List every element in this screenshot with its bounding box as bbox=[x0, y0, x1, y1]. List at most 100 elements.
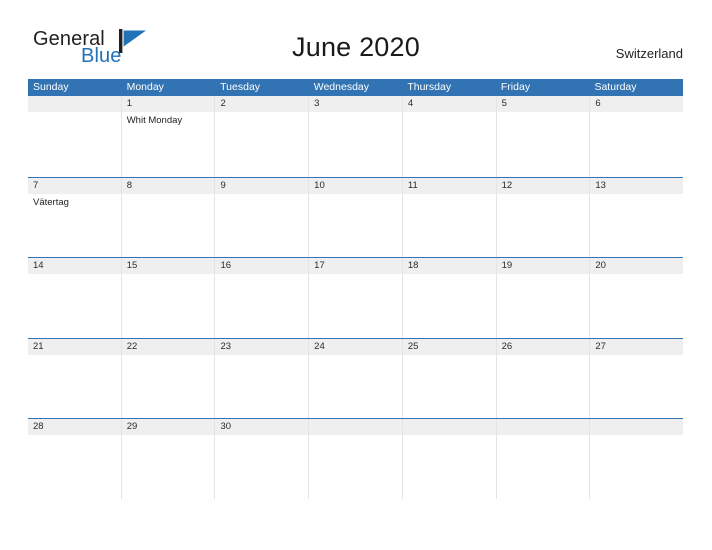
day-number: 5 bbox=[501, 98, 507, 109]
calendar-day-cell[interactable]: 25 bbox=[401, 338, 496, 418]
day-number-band: 29 bbox=[121, 419, 215, 435]
day-number: 4 bbox=[407, 98, 414, 109]
calendar-day-cell[interactable]: 21 bbox=[28, 338, 121, 418]
calendar-day-cell[interactable]: 23 bbox=[214, 338, 309, 418]
day-events bbox=[122, 194, 215, 197]
calendar-day-cell-empty bbox=[308, 419, 402, 499]
day-events bbox=[590, 274, 683, 277]
day-number-band: 20 bbox=[590, 258, 684, 274]
day-number-band: 16 bbox=[215, 258, 309, 274]
calendar-day-cell[interactable]: 30 bbox=[214, 419, 309, 499]
weekday-header-thursday: Thursday bbox=[407, 81, 452, 93]
day-number: 11 bbox=[407, 179, 418, 191]
weekday-header-tuesday: Tuesday bbox=[220, 81, 261, 93]
day-number-band: 23 bbox=[215, 338, 309, 355]
page-title: June 2020 bbox=[292, 32, 420, 62]
day-events bbox=[28, 274, 121, 277]
calendar-week-row: 14 15 16 17 18 19 20 bbox=[28, 257, 684, 338]
calendar-day-cell[interactable]: 6 bbox=[589, 96, 684, 177]
day-events bbox=[122, 435, 215, 438]
calendar-day-cell[interactable]: 4 bbox=[401, 96, 496, 177]
day-number-band: 26 bbox=[496, 338, 590, 355]
calendar-day-cell[interactable]: 20 bbox=[589, 258, 684, 338]
day-number: 6 bbox=[595, 98, 601, 109]
day-number-band: 10 bbox=[309, 177, 402, 194]
calendar-day-cell[interactable]: 3 bbox=[308, 96, 402, 177]
calendar-day-cell[interactable]: 26 bbox=[495, 338, 590, 418]
day-number: 14 bbox=[33, 260, 44, 271]
calendar-day-cell[interactable]: 7 Vätertag bbox=[28, 177, 121, 257]
page-header: General Blue June 2020 Switzerland bbox=[0, 0, 712, 67]
day-number-band: 9 bbox=[215, 177, 309, 194]
day-number-band: 17 bbox=[309, 258, 402, 274]
day-number-band: 18 bbox=[402, 258, 496, 274]
day-number-band: 15 bbox=[121, 258, 215, 274]
calendar-weeks: 1 Whit Monday 2 3 4 5 6 7 Vätertag 8 9 10 11 12 13 14 15… bbox=[28, 96, 684, 499]
day-number-band bbox=[590, 419, 684, 435]
weekday-header-saturday: Saturday bbox=[594, 81, 637, 93]
calendar-day-cell[interactable]: 14 bbox=[28, 258, 121, 338]
day-events bbox=[215, 435, 308, 438]
calendar-day-cell[interactable]: 12 bbox=[495, 177, 590, 257]
calendar-day-cell[interactable]: 18 bbox=[401, 258, 496, 338]
calendar-day-cell[interactable]: 9 bbox=[214, 177, 309, 257]
day-events bbox=[28, 435, 121, 438]
day-events bbox=[403, 355, 496, 358]
calendar-day-cell-empty bbox=[401, 419, 496, 499]
day-number: 15 bbox=[126, 260, 138, 271]
day-events bbox=[309, 194, 402, 197]
day-number-band: 2 bbox=[215, 96, 309, 112]
region-label: Switzerland bbox=[615, 46, 683, 61]
weekday-header-friday: Friday bbox=[500, 81, 531, 93]
day-number-band: 27 bbox=[590, 338, 684, 355]
day-number-band: 1 bbox=[121, 96, 215, 112]
calendar-day-cell[interactable]: 15 bbox=[120, 258, 215, 338]
day-number: 23 bbox=[220, 340, 232, 352]
day-number: 17 bbox=[314, 260, 325, 271]
day-number-band: 19 bbox=[496, 258, 590, 274]
day-number-band: 25 bbox=[402, 338, 496, 355]
day-number-band: 22 bbox=[121, 338, 215, 355]
calendar-day-cell[interactable]: 5 bbox=[495, 96, 590, 177]
calendar-week-row: 1 Whit Monday 2 3 4 5 6 bbox=[28, 96, 684, 177]
calendar-day-cell[interactable]: 24 bbox=[308, 338, 402, 418]
day-number: 12 bbox=[501, 179, 513, 191]
calendar-day-cell[interactable]: 13 bbox=[589, 177, 684, 257]
day-number: 27 bbox=[595, 340, 606, 352]
calendar-day-cell[interactable]: 19 bbox=[495, 258, 590, 338]
day-number-band: 11 bbox=[402, 177, 496, 194]
day-events bbox=[309, 355, 402, 358]
day-number: 19 bbox=[501, 260, 513, 271]
day-events bbox=[497, 112, 590, 115]
calendar-day-cell-empty bbox=[28, 96, 121, 177]
day-events bbox=[497, 194, 590, 197]
day-number-band: 6 bbox=[590, 96, 684, 112]
calendar-day-cell[interactable]: 29 bbox=[120, 419, 215, 499]
day-number: 30 bbox=[220, 421, 232, 432]
day-events bbox=[590, 112, 683, 115]
day-number: 22 bbox=[126, 340, 138, 352]
day-number: 3 bbox=[314, 98, 320, 109]
weekday-header-row: Sunday Monday Tuesday Wednesday Thursday… bbox=[28, 79, 683, 96]
day-number: 20 bbox=[595, 260, 606, 271]
day-number: 1 bbox=[126, 98, 133, 109]
calendar-day-cell[interactable]: 11 bbox=[401, 177, 496, 257]
holiday-event-label: Whit Monday bbox=[126, 115, 183, 126]
day-number: 10 bbox=[314, 179, 325, 191]
day-number-band: 13 bbox=[590, 177, 684, 194]
calendar-day-cell[interactable]: 8 bbox=[120, 177, 215, 257]
calendar-day-cell[interactable]: 16 bbox=[214, 258, 309, 338]
day-number: 13 bbox=[595, 179, 606, 191]
day-events bbox=[215, 112, 308, 115]
calendar-day-cell[interactable]: 22 bbox=[120, 338, 215, 418]
calendar-day-cell[interactable]: 1 Whit Monday bbox=[120, 96, 215, 177]
day-number: 8 bbox=[126, 179, 133, 191]
calendar-day-cell[interactable]: 28 bbox=[28, 419, 121, 499]
calendar-day-cell[interactable]: 2 bbox=[214, 96, 309, 177]
calendar-day-cell[interactable]: 17 bbox=[308, 258, 402, 338]
day-number: 16 bbox=[220, 260, 232, 271]
day-number: 21 bbox=[33, 340, 44, 352]
day-number: 25 bbox=[407, 340, 419, 352]
calendar-day-cell[interactable]: 27 bbox=[589, 338, 684, 418]
calendar-day-cell[interactable]: 10 bbox=[308, 177, 402, 257]
